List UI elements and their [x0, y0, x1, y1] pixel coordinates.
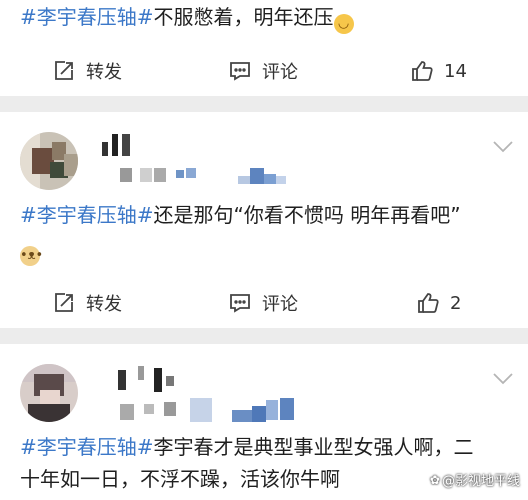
comment-label: 评论 — [262, 294, 298, 315]
smile-emoji-icon: ◡ — [333, 14, 354, 34]
like-count: 2 — [450, 292, 462, 314]
avatar[interactable] — [20, 132, 78, 190]
repost-button[interactable]: 转发 — [52, 46, 122, 96]
comment-label: 评论 — [262, 62, 298, 83]
watermark: ✿ @影视地平线 — [429, 470, 520, 490]
username-redacted[interactable] — [102, 134, 142, 158]
like-count: 14 — [444, 60, 467, 82]
repost-icon — [55, 61, 73, 80]
post-card-2: #李宇春压轴#还是那句“你看不惯吗 明年再看吧” •ᴥ• 转发 评论 2 — [0, 112, 528, 328]
post-actions: 转发 评论 2 — [0, 278, 528, 328]
repost-button[interactable]: 转发 — [52, 278, 122, 328]
post-body: 不服憋着，明年还压 — [153, 5, 334, 29]
post-card-3: #李宇春压轴#李宇春才是典型事业型女强人啊，二 十年如一日，不浮不躁，活该你牛啊… — [0, 344, 528, 500]
repost-label: 转发 — [86, 62, 122, 83]
comment-icon — [230, 294, 250, 313]
chevron-down-icon[interactable] — [492, 372, 514, 386]
like-icon — [412, 61, 433, 81]
hashtag-link[interactable]: #李宇春压轴# — [20, 203, 154, 227]
repost-icon — [55, 293, 73, 312]
avatar[interactable] — [20, 364, 78, 422]
hashtag-link[interactable]: #李宇春压轴# — [20, 5, 154, 29]
post-body: 还是那句“你看不惯吗 明年再看吧” — [153, 203, 461, 227]
like-button[interactable]: 14 — [410, 46, 467, 96]
chevron-down-icon[interactable] — [492, 140, 514, 154]
post-body-line-2: 十年如一日，不浮不躁，活该你牛啊 — [20, 467, 340, 491]
meta-redacted — [120, 168, 290, 184]
hashtag-link[interactable]: #李宇春压轴# — [20, 435, 154, 459]
post-text: #李宇春压轴#不服憋着，明年还压 ◡ — [20, 2, 354, 34]
post-card-1: #李宇春压轴#不服憋着，明年还压 ◡ 转发 评论 14 — [0, 0, 528, 96]
watermark-logo-icon: ✿ — [429, 472, 440, 487]
post-text: #李宇春压轴#还是那句“你看不惯吗 明年再看吧” — [20, 200, 461, 230]
like-button[interactable]: 2 — [416, 278, 461, 328]
post-body-line-1: 李宇春才是典型事业型女强人啊，二 — [153, 435, 474, 459]
comment-button[interactable]: 评论 — [228, 46, 298, 96]
repost-label: 转发 — [86, 294, 122, 315]
doge-emoji-icon: •ᴥ• — [20, 246, 43, 266]
post-actions: 转发 评论 14 — [0, 46, 528, 96]
comment-icon — [230, 62, 250, 81]
watermark-text: @影视地平线 — [441, 474, 520, 489]
post-emoji-line: •ᴥ• — [20, 234, 43, 266]
username-redacted[interactable] — [118, 366, 178, 392]
meta-redacted — [120, 398, 300, 422]
like-icon — [418, 293, 439, 313]
post-text: #李宇春压轴#李宇春才是典型事业型女强人啊，二 — [20, 432, 474, 462]
comment-button[interactable]: 评论 — [228, 278, 298, 328]
